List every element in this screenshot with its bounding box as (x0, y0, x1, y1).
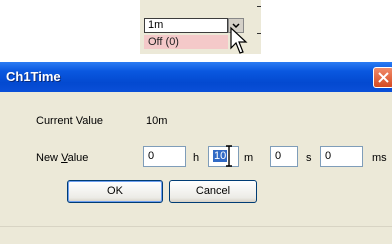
divider (257, 33, 261, 34)
milliseconds-field[interactable]: 0 (320, 146, 363, 167)
dropdown-selected-value[interactable]: 1m (144, 18, 228, 33)
current-value: 10m (146, 115, 168, 127)
new-value-label-prefix: New (36, 152, 62, 164)
divider (0, 226, 392, 227)
close-button[interactable] (373, 67, 392, 88)
seconds-field[interactable]: 0 (270, 146, 298, 167)
hours-field[interactable]: 0 (143, 146, 186, 167)
title-bar[interactable]: Ch1Time (0, 62, 392, 92)
ok-button[interactable]: OK (67, 180, 163, 203)
mouse-cursor-icon (230, 26, 248, 54)
minutes-unit-label: m (244, 152, 254, 164)
ch1time-dialog: Ch1Time Current Value 10m New Value 0 h … (0, 62, 392, 244)
cancel-button[interactable]: Cancel (169, 180, 257, 203)
hours-unit-label: h (193, 152, 200, 164)
current-value-label: Current Value (36, 115, 104, 127)
new-value-label-suffix: alue (67, 152, 89, 164)
seconds-unit-label: s (306, 152, 312, 164)
new-value-label: New Value (36, 152, 88, 164)
text-cursor-icon (226, 145, 232, 167)
milliseconds-unit-label: ms (372, 152, 387, 164)
dialog-title: Ch1Time (6, 69, 61, 84)
dropdown-option[interactable]: Off (0) (144, 35, 228, 49)
divider (257, 6, 261, 7)
close-icon (378, 72, 389, 83)
